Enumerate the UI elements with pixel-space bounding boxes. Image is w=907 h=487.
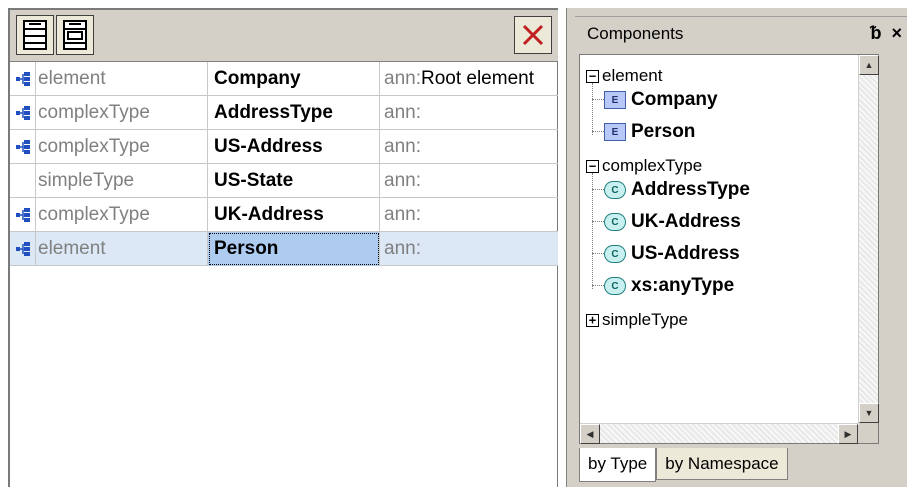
component-name[interactable]: UK-Address: [208, 198, 380, 232]
components-panel: Components ᵬ × − element E Company E Per…: [566, 8, 907, 487]
schema-overview-panel: element Company ann:Root element complexTyp…: [8, 8, 558, 487]
row-icon-cell[interactable]: [10, 198, 36, 232]
components-tree: − element E Company E Person − complexTy…: [580, 55, 858, 423]
row-icon-cell[interactable]: [10, 96, 36, 130]
table-row[interactable]: simpleType US-State ann:: [10, 164, 558, 198]
tree-item-uk-address[interactable]: C UK-Address: [604, 207, 741, 237]
tree-category-label: complexType: [602, 156, 703, 175]
component-kind: simpleType: [36, 164, 208, 198]
complextype-icon: C: [604, 181, 626, 199]
element-icon: E: [604, 91, 626, 109]
scroll-left-arrow-icon[interactable]: ◀: [580, 424, 600, 444]
close-icon[interactable]: ×: [891, 23, 902, 44]
tree-item-addresstype[interactable]: C AddressType: [604, 175, 750, 205]
insert-component-button[interactable]: [56, 15, 94, 55]
annotation-cell[interactable]: ann:Root element: [380, 62, 558, 96]
annotation-cell[interactable]: ann:: [380, 96, 558, 130]
horizontal-scrollbar[interactable]: ◀ ▶: [580, 423, 858, 444]
component-kind: element: [36, 62, 208, 96]
component-kind: complexType: [36, 130, 208, 164]
table-row[interactable]: complexType AddressType ann:: [10, 96, 558, 130]
annotation-key: ann:: [384, 204, 421, 225]
table-row[interactable]: complexType UK-Address ann:: [10, 198, 558, 232]
element-expand-icon[interactable]: [15, 241, 31, 257]
tree-category-simpletype[interactable]: + simpleType: [586, 305, 688, 335]
element-icon: E: [604, 123, 626, 141]
annotation-value: Root element: [420, 68, 534, 89]
complextype-icon: C: [604, 213, 626, 231]
complextype-icon: C: [604, 245, 626, 263]
element-expand-icon[interactable]: [15, 207, 31, 223]
tree-item-label: AddressType: [631, 179, 750, 200]
scroll-right-arrow-icon[interactable]: ▶: [838, 424, 858, 444]
annotation-key: ann:: [384, 136, 421, 157]
expand-toggle-icon[interactable]: +: [586, 313, 599, 327]
tree-item-label: Company: [631, 89, 718, 110]
row-icon-cell[interactable]: [10, 62, 36, 96]
tree-item-label: Person: [631, 121, 696, 142]
complextype-icon: C: [604, 277, 626, 295]
components-tree-view: − element E Company E Person − complexTy…: [579, 54, 879, 444]
scroll-down-arrow-icon[interactable]: ▼: [859, 403, 879, 423]
row-icon-cell[interactable]: [10, 130, 36, 164]
annotation-key: ann:: [384, 68, 421, 89]
annotation-cell[interactable]: ann:: [380, 164, 558, 198]
tree-category-label: element: [602, 66, 663, 85]
annotation-key: ann:: [384, 102, 421, 123]
tab-by-namespace[interactable]: by Namespace: [656, 448, 788, 480]
row-icon-cell[interactable]: [10, 164, 36, 198]
element-expand-icon[interactable]: [15, 71, 31, 87]
component-name[interactable]: Person: [208, 232, 380, 266]
scroll-up-arrow-icon[interactable]: ▲: [859, 55, 879, 75]
tree-item-person[interactable]: E Person: [604, 117, 695, 147]
annotation-key: ann:: [384, 238, 421, 259]
tree-item-label: UK-Address: [631, 211, 741, 232]
row-icon-cell[interactable]: [10, 232, 36, 266]
components-view-tabs: by Type by Namespace: [579, 448, 788, 482]
annotation-key: ann:: [384, 170, 421, 191]
list-insert-icon: [63, 20, 87, 50]
component-kind: complexType: [36, 198, 208, 232]
element-expand-icon[interactable]: [15, 139, 31, 155]
component-name[interactable]: Company: [208, 62, 380, 96]
collapse-toggle-icon[interactable]: −: [586, 159, 599, 173]
list-append-icon: [23, 20, 47, 50]
red-x-delete-icon: [522, 24, 544, 46]
delete-component-button[interactable]: [514, 16, 552, 54]
pin-icon[interactable]: ᵬ: [870, 23, 881, 44]
component-name[interactable]: AddressType: [208, 96, 380, 130]
tree-category-label: simpleType: [602, 310, 688, 329]
table-row[interactable]: element Person ann:: [10, 232, 558, 266]
component-kind: element: [36, 232, 208, 266]
components-panel-title: Components: [587, 23, 684, 43]
vertical-scrollbar[interactable]: ▲ ▼: [858, 55, 879, 423]
tab-by-type[interactable]: by Type: [579, 448, 657, 482]
collapse-toggle-icon[interactable]: −: [586, 69, 599, 83]
append-component-button[interactable]: [16, 15, 54, 55]
element-expand-icon[interactable]: [15, 105, 31, 121]
annotation-cell[interactable]: ann:: [380, 198, 558, 232]
tree-item-label: US-Address: [631, 243, 740, 264]
schema-toolbar: [10, 10, 558, 62]
annotation-cell[interactable]: ann:: [380, 232, 558, 266]
annotation-cell[interactable]: ann:: [380, 130, 558, 164]
table-row[interactable]: element Company ann:Root element: [10, 62, 558, 96]
schema-components-table: element Company ann:Root element complexTyp…: [10, 62, 558, 266]
component-name[interactable]: US-Address: [208, 130, 380, 164]
tree-item-xs-anytype[interactable]: C xs:anyType: [604, 271, 734, 301]
component-kind: complexType: [36, 96, 208, 130]
table-row[interactable]: complexType US-Address ann:: [10, 130, 558, 164]
component-name[interactable]: US-State: [208, 164, 380, 198]
tree-item-label: xs:anyType: [631, 275, 735, 296]
scrollbar-corner: [858, 423, 878, 443]
tree-item-us-address[interactable]: C US-Address: [604, 239, 740, 269]
components-panel-header: Components ᵬ ×: [575, 16, 907, 50]
tree-item-company[interactable]: E Company: [604, 85, 718, 115]
